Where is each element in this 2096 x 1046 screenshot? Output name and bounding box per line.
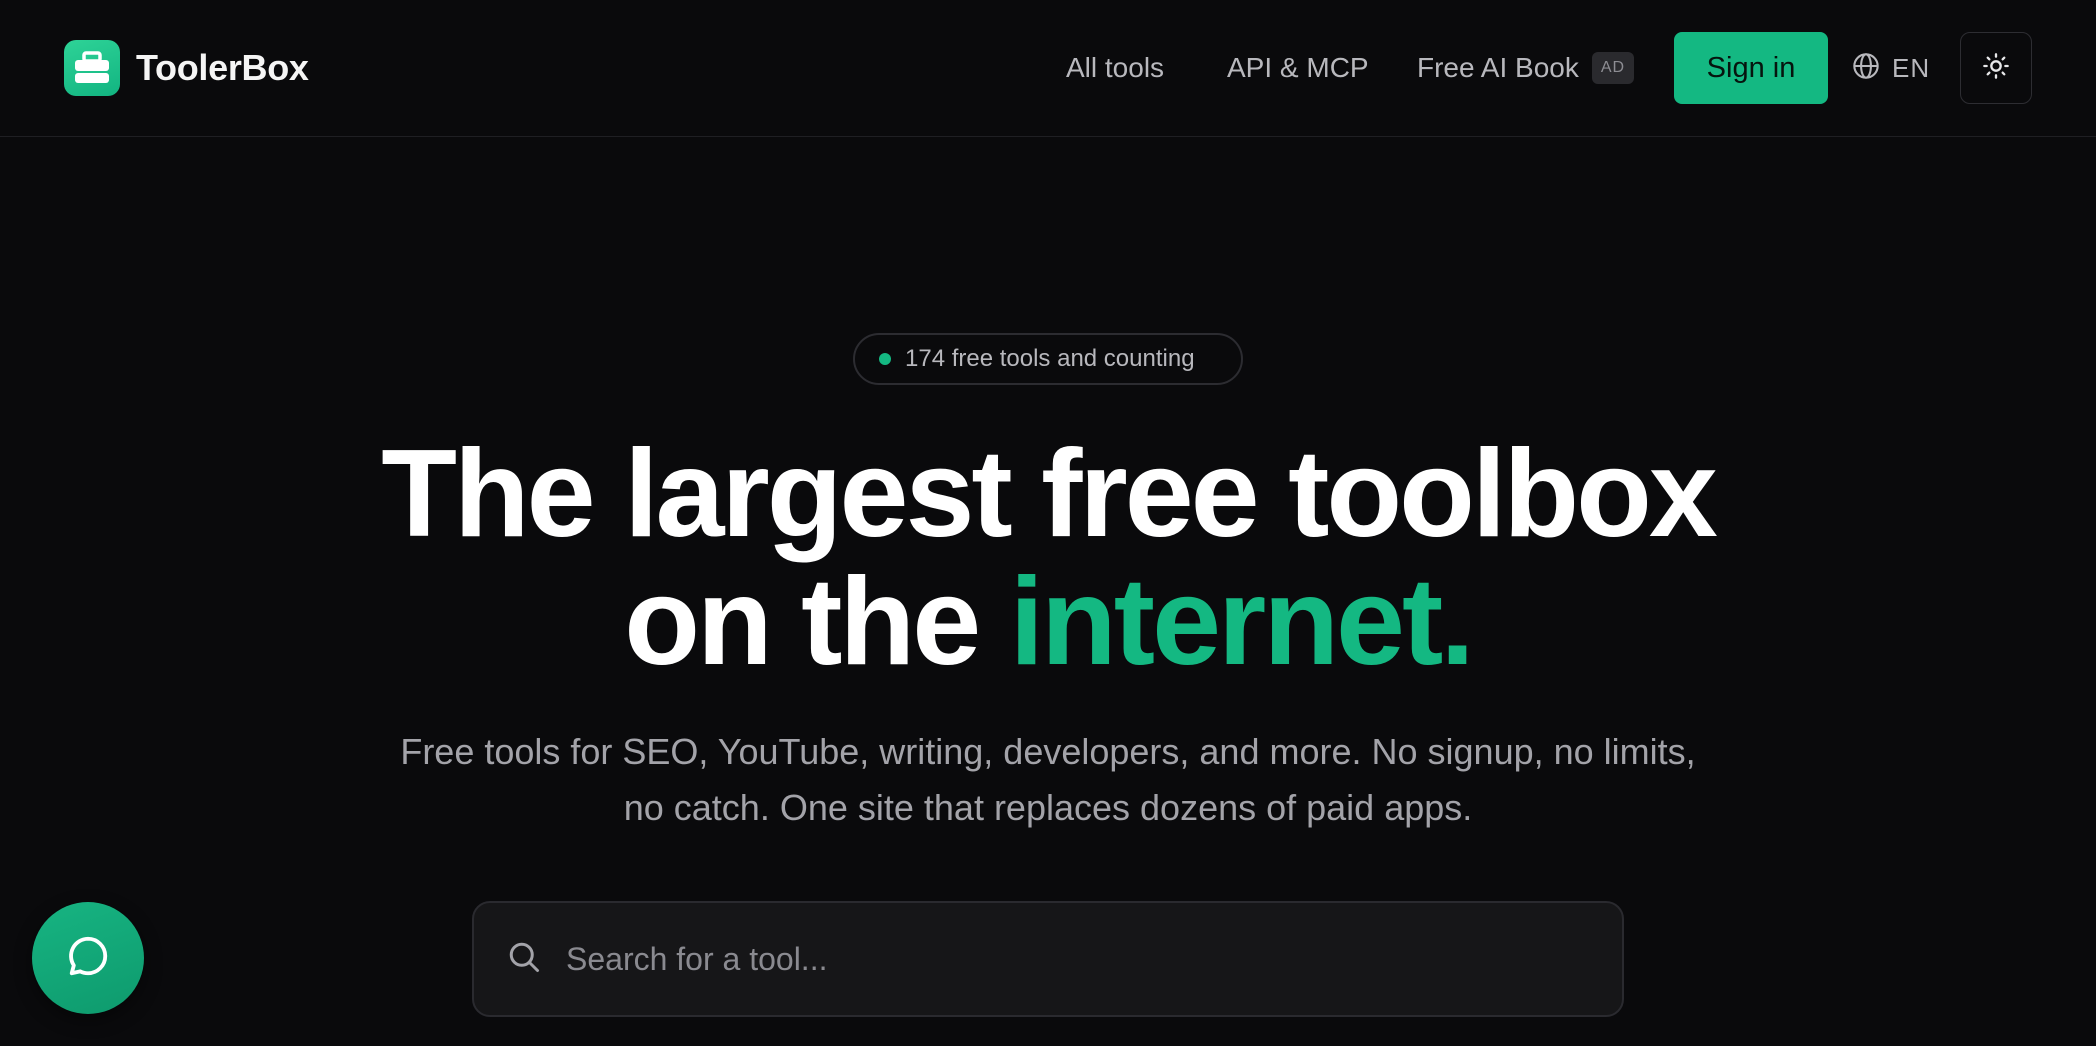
sign-in-button[interactable]: Sign in [1674, 32, 1828, 104]
sun-icon [1982, 52, 2010, 85]
hero-subtitle: Free tools for SEO, YouTube, writing, de… [400, 731, 1696, 828]
language-selector[interactable]: EN [1852, 48, 1930, 88]
tool-count-badge: 174 free tools and counting [853, 333, 1243, 385]
tool-count-text: 174 free tools and counting [905, 345, 1195, 372]
toolbox-icon [64, 40, 120, 96]
theme-toggle-button[interactable] [1960, 32, 2032, 104]
status-dot [879, 353, 891, 365]
search-input[interactable] [564, 929, 1622, 989]
tool-search-box[interactable] [472, 901, 1624, 1017]
nav-all-tools-link[interactable]: All tools [1066, 48, 1164, 88]
headline-line-2-prefix: on the [624, 553, 1010, 691]
nav-api-mcp-link[interactable]: API & MCP [1227, 48, 1369, 88]
chat-bubble-icon [65, 933, 111, 984]
search-icon [506, 939, 542, 980]
brand-home-link[interactable]: ToolerBox [64, 40, 309, 96]
language-label: EN [1892, 52, 1931, 83]
nav-free-ai-book-link[interactable]: Free AI Book [1417, 48, 1579, 88]
brand-name: ToolerBox [136, 47, 309, 88]
hero-headline: The largest free toolbox on the internet… [0, 430, 2096, 686]
headline-line-1: The largest free toolbox [381, 425, 1718, 563]
chat-widget-button[interactable] [32, 902, 144, 1014]
globe-icon [1852, 52, 1880, 85]
headline-line-2-accent: internet. [1009, 553, 1475, 691]
top-navigation-bar: ToolerBox All tools API & MCP Free AI Bo… [0, 0, 2096, 137]
ad-badge: AD [1592, 52, 1634, 84]
